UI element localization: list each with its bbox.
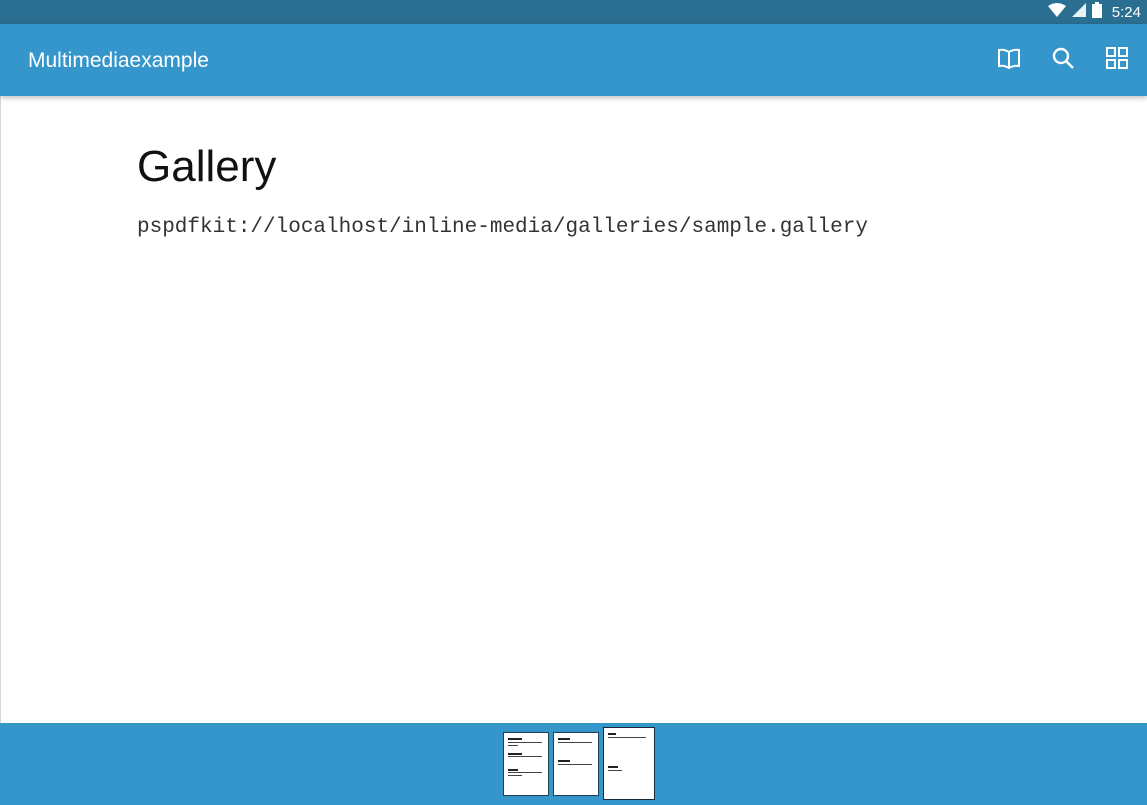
- toolbar-actions: [989, 42, 1137, 78]
- page-heading: Gallery: [137, 142, 277, 191]
- outline-book-icon: [997, 47, 1021, 74]
- outline-button[interactable]: [989, 42, 1029, 78]
- app-toolbar: Multimediaexample: [0, 24, 1147, 96]
- cell-signal-icon: [1071, 2, 1086, 22]
- app-title: Multimediaexample: [28, 49, 209, 72]
- status-icons: 5:24: [1047, 0, 1141, 24]
- page-thumbnail[interactable]: [553, 732, 599, 796]
- grid-view-icon: [1106, 46, 1128, 74]
- page-thumbnail[interactable]: [503, 732, 549, 796]
- page-edge: [0, 96, 1, 723]
- thumbnail-bar: [0, 723, 1147, 805]
- gallery-link[interactable]: pspdfkit://localhost/inline-media/galler…: [137, 216, 868, 240]
- status-clock: 5:24: [1111, 3, 1141, 21]
- battery-icon: [1091, 1, 1102, 23]
- thumbnail-strip: [503, 727, 655, 804]
- status-bar: 5:24: [0, 0, 1147, 24]
- grid-view-button[interactable]: [1097, 42, 1137, 78]
- document-page[interactable]: Gallery pspdfkit://localhost/inline-medi…: [0, 96, 1147, 723]
- search-icon: [1052, 47, 1074, 74]
- page-thumbnail-current[interactable]: [603, 727, 655, 800]
- wifi-icon: [1047, 2, 1066, 22]
- search-button[interactable]: [1043, 42, 1083, 78]
